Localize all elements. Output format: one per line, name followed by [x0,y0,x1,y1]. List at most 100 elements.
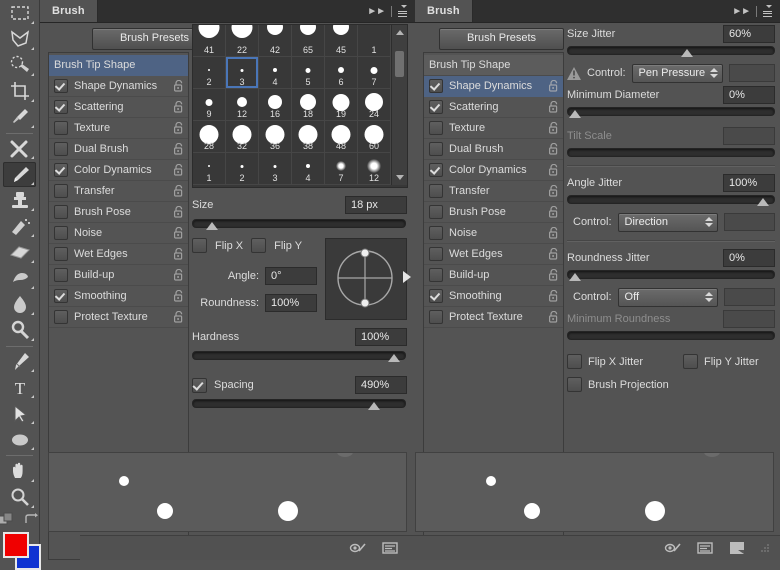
lock-icon[interactable] [548,227,559,239]
eyedropper-tool[interactable] [3,105,36,130]
brush-preset-cell[interactable]: 28 [193,121,226,153]
spacing-checkbox[interactable] [192,377,207,393]
scrollbar-thumb[interactable] [395,51,404,77]
lock-icon[interactable] [548,311,559,323]
option-checkbox[interactable] [54,310,68,324]
toggle-brush-preview-icon[interactable] [664,540,682,556]
option-checkbox[interactable] [54,247,68,261]
lock-icon[interactable] [173,185,184,197]
option-checkbox[interactable] [54,289,68,303]
hardness-input[interactable]: 100% [355,328,407,346]
option-checkbox[interactable] [54,100,68,114]
history-brush-tool[interactable] [3,214,36,239]
size-value-input[interactable]: 18 px [345,196,407,214]
left-option-brush-pose[interactable]: Brush Pose [49,202,188,223]
brush-preset-cell[interactable]: 5 [292,57,325,89]
option-checkbox[interactable] [429,310,443,324]
flip-x-jitter-checkbox[interactable] [567,354,582,369]
blur-tool[interactable] [3,292,36,317]
right-option-scattering[interactable]: Scattering [424,97,563,118]
lock-icon[interactable] [548,80,559,92]
angle-jitter-input[interactable]: 100% [723,174,775,192]
brush-preset-cell[interactable]: 32 [226,121,259,153]
hand-tool[interactable] [3,459,36,484]
panel-menu-icon[interactable] [763,5,772,17]
brush-preset-cell[interactable]: 18 [292,89,325,121]
minimum-diameter-input[interactable]: 0% [723,86,775,104]
lock-icon[interactable] [548,206,559,218]
brush-tool[interactable] [3,162,36,188]
brush-preset-cell[interactable]: 65 [292,25,325,57]
toggle-live-tip-icon[interactable] [381,540,399,556]
brush-preset-cell[interactable]: 4 [259,57,292,89]
clone-stamp-tool[interactable] [3,188,36,213]
lock-icon[interactable] [173,206,184,218]
option-checkbox[interactable] [429,268,443,282]
lock-icon[interactable] [173,311,184,323]
right-option-wet-edges[interactable]: Wet Edges [424,244,563,265]
left-option-wet-edges[interactable]: Wet Edges [49,244,188,265]
option-checkbox[interactable] [54,79,68,93]
option-checkbox[interactable] [429,79,443,93]
option-checkbox[interactable] [429,226,443,240]
brush-preset-cell[interactable]: 60 [358,121,391,153]
tab-brush-left[interactable]: Brush [40,0,98,22]
lock-icon[interactable] [548,122,559,134]
brush-preset-cell[interactable]: 42 [259,25,292,57]
roundness-jitter-input[interactable]: 0% [723,249,775,267]
brush-preset-cell[interactable]: 12 [226,89,259,121]
right-option-texture[interactable]: Texture [424,118,563,139]
brush-preset-cell[interactable]: 4 [292,153,325,185]
brush-preset-cell[interactable]: 1 [358,25,391,57]
option-checkbox[interactable] [429,247,443,261]
brush-preset-cell[interactable]: 3 [259,153,292,185]
lock-icon[interactable] [548,101,559,113]
pen-tool[interactable] [3,349,36,374]
path-selection-tool[interactable] [3,401,36,426]
brush-preset-cell[interactable]: 6 [325,57,358,89]
spot-healing-brush-tool[interactable] [3,136,36,161]
left-option-color-dynamics[interactable]: Color Dynamics [49,160,188,181]
brush-preset-cell[interactable]: 7 [358,57,391,89]
swap-colors-icon[interactable] [23,512,41,528]
brush-preset-cell[interactable]: 7 [325,153,358,185]
quick-selection-tool[interactable] [3,53,36,78]
brush-preset-cell[interactable]: 12 [358,153,391,185]
rectangular-marquee-tool[interactable] [3,1,36,26]
option-checkbox[interactable] [429,289,443,303]
lock-icon[interactable] [173,80,184,92]
left-option-texture[interactable]: Texture [49,118,188,139]
eraser-tool[interactable] [3,240,36,265]
brush-preset-cell[interactable]: 19 [325,89,358,121]
left-option-noise[interactable]: Noise [49,223,188,244]
scroll-down-icon[interactable] [396,175,404,180]
lock-icon[interactable] [173,164,184,176]
roundness-jitter-slider[interactable] [567,269,775,281]
lock-icon[interactable] [548,185,559,197]
lock-icon[interactable] [548,248,559,260]
brush-preset-cell[interactable]: 48 [325,121,358,153]
brush-preset-cell[interactable]: 38 [292,121,325,153]
right-option-color-dynamics[interactable]: Color Dynamics [424,160,563,181]
brush-preset-cell[interactable]: 22 [226,25,259,57]
left-option-scattering[interactable]: Scattering [49,97,188,118]
size-slider[interactable] [192,218,406,230]
brush-preset-cell[interactable]: 45 [325,25,358,57]
option-checkbox[interactable] [54,268,68,282]
brush-preset-cell[interactable]: 2 [226,153,259,185]
right-option-smoothing[interactable]: Smoothing [424,286,563,307]
left-option-protect-texture[interactable]: Protect Texture [49,307,188,328]
ellipse-tool[interactable] [3,427,36,452]
toggle-live-tip-icon[interactable] [696,540,714,556]
hardness-slider[interactable] [192,350,406,362]
roundness-control-select[interactable]: Off [617,287,719,307]
angle-control-extra-field[interactable] [724,213,775,231]
lock-icon[interactable] [173,101,184,113]
brush-preset-cell[interactable]: 1 [193,153,226,185]
right-option-noise[interactable]: Noise [424,223,563,244]
lock-icon[interactable] [173,227,184,239]
foreground-color-swatch[interactable] [2,531,29,558]
left-option-smoothing[interactable]: Smoothing [49,286,188,307]
right-option-protect-texture[interactable]: Protect Texture [424,307,563,328]
option-checkbox[interactable] [429,100,443,114]
